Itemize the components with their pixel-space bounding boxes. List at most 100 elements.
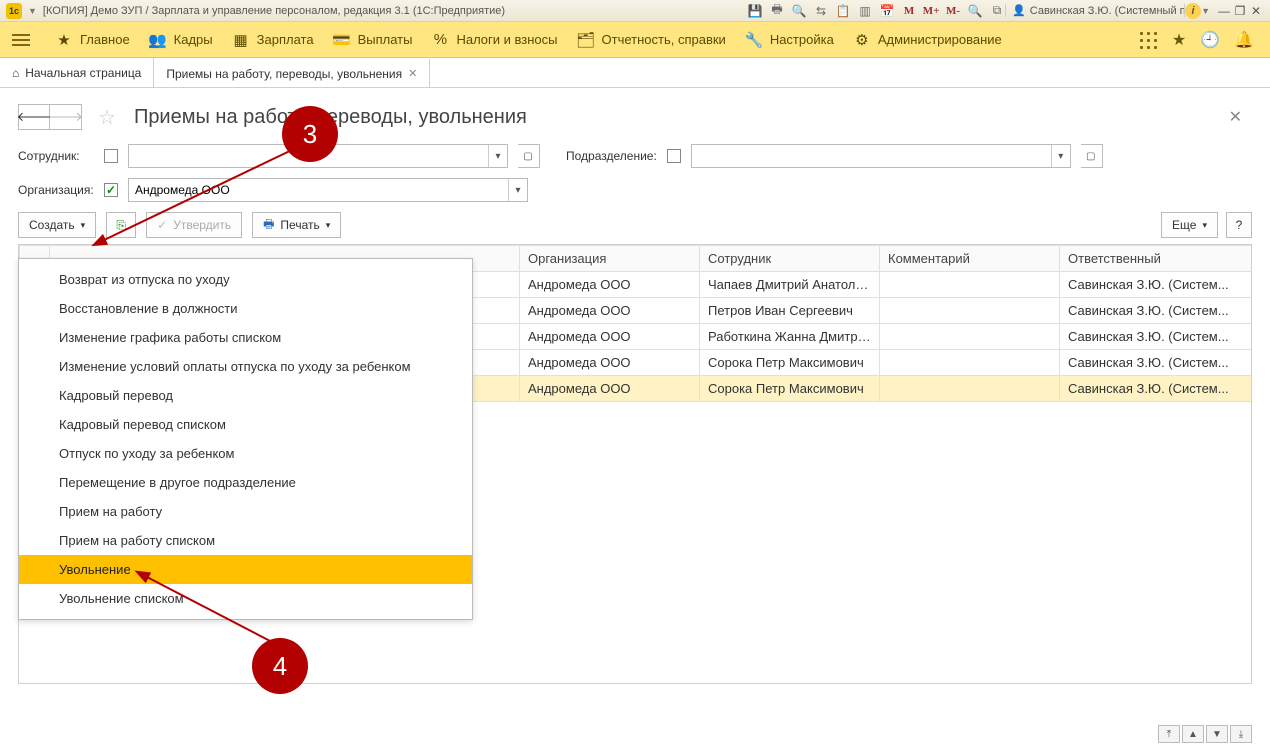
dropdown-item[interactable]: Возврат из отпуска по уходу xyxy=(19,265,472,294)
copy-button[interactable]: ⎘ xyxy=(106,212,136,238)
scroll-buttons: ⤒ ▲ ▼ ⤓ xyxy=(1158,725,1252,743)
dept-dropdown-icon[interactable]: ▾ xyxy=(1051,145,1070,167)
dept-filter-checkbox[interactable] xyxy=(667,149,681,163)
page-header: 🡐 🡒 ☆ Приемы на работу, переводы, увольн… xyxy=(0,88,1270,144)
dropdown-item[interactable]: Увольнение списком xyxy=(19,584,472,613)
info-icon[interactable]: i xyxy=(1185,3,1201,19)
history-icon[interactable]: 🕘 xyxy=(1200,30,1220,50)
burger-menu[interactable] xyxy=(6,34,36,46)
printer-icon: 🖶 xyxy=(263,215,274,236)
org-filter-checkbox[interactable]: ✓ xyxy=(104,183,118,197)
gear-icon: ⚙ xyxy=(854,32,870,48)
tab-home[interactable]: ⌂ Начальная страница xyxy=(0,58,154,87)
user-info[interactable]: 👤 Савинская З.Ю. (Системный прог… xyxy=(1005,4,1185,17)
menu-admin[interactable]: ⚙Администрирование xyxy=(854,32,1002,48)
menu-main[interactable]: ★Главное xyxy=(56,32,130,48)
approve-button[interactable]: ✓ Утвердить xyxy=(146,212,242,238)
compare-icon[interactable]: ⇆ xyxy=(813,3,829,19)
cell-resp: Савинская З.Ю. (Систем... xyxy=(1060,350,1253,376)
dropdown-item[interactable]: Кадровый перевод списком xyxy=(19,410,472,439)
minimize-icon[interactable]: — xyxy=(1216,4,1232,18)
menu-payments[interactable]: 💳Выплаты xyxy=(334,32,413,48)
col-comment[interactable]: Комментарий xyxy=(880,246,1060,272)
calendar-icon[interactable]: 📅 xyxy=(879,3,895,19)
cell-employee: Петров Иван Сергеевич xyxy=(700,298,880,324)
menu-taxes[interactable]: %Налоги и взносы xyxy=(432,32,557,48)
preview-icon[interactable]: 🔍 xyxy=(791,3,807,19)
org-dropdown-icon[interactable]: ▾ xyxy=(508,179,527,201)
zoom-icon[interactable]: 🔍 xyxy=(967,3,983,19)
print-button[interactable]: 🖶 Печать ▾ xyxy=(252,212,341,238)
col-employee[interactable]: Сотрудник xyxy=(700,246,880,272)
favorite-toggle-icon[interactable]: ☆ xyxy=(98,105,116,130)
employee-filter-checkbox[interactable] xyxy=(104,149,118,163)
dropdown-item[interactable]: Восстановление в должности xyxy=(19,294,472,323)
print-icon[interactable]: 🖶 xyxy=(769,3,785,19)
dropdown-item[interactable]: Прием на работу списком xyxy=(19,526,472,555)
calculator-icon[interactable]: ▥ xyxy=(857,3,873,19)
window-titlebar: 1c ▼ [КОПИЯ] Демо ЗУП / Зарплата и управ… xyxy=(0,0,1270,22)
annotation-4: 4 xyxy=(252,638,308,694)
dropdown-item[interactable]: Изменение условий оплаты отпуска по уход… xyxy=(19,352,472,381)
tab-hirings[interactable]: Приемы на работу, переводы, увольнения ✕ xyxy=(154,58,430,87)
tab-strip: ⌂ Начальная страница Приемы на работу, п… xyxy=(0,58,1270,88)
apps-icon[interactable] xyxy=(1138,30,1158,50)
dropdown-item[interactable]: Отпуск по уходу за ребенком xyxy=(19,439,472,468)
dropdown-item[interactable]: Прием на работу xyxy=(19,497,472,526)
employee-open-button[interactable]: ▢ xyxy=(518,144,540,168)
col-responsible[interactable]: Ответственный xyxy=(1060,246,1253,272)
cell-comment xyxy=(880,376,1060,402)
cell-employee: Работкина Жанна Дмитри... xyxy=(700,324,880,350)
dept-open-button[interactable]: ▢ xyxy=(1081,144,1103,168)
col-org[interactable]: Организация xyxy=(520,246,700,272)
scroll-bottom-icon[interactable]: ⤓ xyxy=(1230,725,1252,743)
org-filter-label: Организация: xyxy=(18,183,94,197)
scroll-up-icon[interactable]: ▲ xyxy=(1182,725,1204,743)
forward-button[interactable]: 🡒 xyxy=(50,104,82,130)
org-filter-field[interactable]: ▾ xyxy=(128,178,528,202)
more-button[interactable]: Еще ▾ xyxy=(1161,212,1218,238)
check-icon: ✓ xyxy=(157,218,167,232)
dropdown-item[interactable]: Перемещение в другое подразделение xyxy=(19,468,472,497)
layout-icon[interactable]: ⧉ xyxy=(989,3,1005,19)
menu-salary[interactable]: ▦Зарплата xyxy=(233,32,314,48)
chevron-down-icon: ▾ xyxy=(1202,220,1207,231)
clipboard-icon[interactable]: 📋 xyxy=(835,3,851,19)
dept-filter-input[interactable] xyxy=(692,145,1051,167)
tab-close-icon[interactable]: ✕ xyxy=(408,67,417,80)
dropdown-item[interactable]: Кадровый перевод xyxy=(19,381,472,410)
back-button[interactable]: 🡐 xyxy=(18,104,50,130)
dropdown-item[interactable]: Изменение графика работы списком xyxy=(19,323,472,352)
menu-reports[interactable]: 🗂Отчетность, справки xyxy=(578,32,726,48)
cell-resp: Савинская З.Ю. (Систем... xyxy=(1060,324,1253,350)
dept-filter-field[interactable]: ▾ xyxy=(691,144,1071,168)
favorite-icon[interactable]: ★ xyxy=(1172,30,1186,50)
bell-icon[interactable]: 🔔 xyxy=(1234,30,1254,50)
window-title: [КОПИЯ] Демо ЗУП / Зарплата и управление… xyxy=(43,5,747,17)
info-dropdown[interactable]: ▼ xyxy=(1201,6,1210,16)
restore-icon[interactable]: ❐ xyxy=(1232,4,1248,18)
cell-org: Андромеда ООО xyxy=(520,324,700,350)
dept-filter-label: Подразделение: xyxy=(566,149,657,163)
help-button[interactable]: ? xyxy=(1226,212,1252,238)
page-close-icon[interactable]: ✕ xyxy=(1229,107,1252,127)
dropdown-item[interactable]: Увольнение xyxy=(19,555,472,584)
tab-home-label: Начальная страница xyxy=(25,66,141,80)
cell-resp: Савинская З.Ю. (Систем... xyxy=(1060,376,1253,402)
menu-settings[interactable]: 🔧Настройка xyxy=(746,32,834,48)
create-button[interactable]: Создать ▾ xyxy=(18,212,96,238)
close-window-icon[interactable]: ✕ xyxy=(1248,4,1264,18)
menu-staff[interactable]: 👥Кадры xyxy=(150,32,213,48)
org-filter-input[interactable] xyxy=(129,179,508,201)
m-icon[interactable]: M xyxy=(901,3,917,19)
cell-employee: Чапаев Дмитрий Анатоль... xyxy=(700,272,880,298)
percent-icon: % xyxy=(432,32,448,48)
scroll-top-icon[interactable]: ⤒ xyxy=(1158,725,1180,743)
app-menu-dropdown[interactable]: ▼ xyxy=(28,6,37,16)
annotation-3: 3 xyxy=(282,106,338,162)
m-plus-icon[interactable]: M+ xyxy=(923,3,939,19)
m-minus-icon[interactable]: M- xyxy=(945,3,961,19)
save-icon[interactable]: 💾 xyxy=(747,3,763,19)
scroll-down-icon[interactable]: ▼ xyxy=(1206,725,1228,743)
employee-dropdown-icon[interactable]: ▾ xyxy=(488,145,507,167)
